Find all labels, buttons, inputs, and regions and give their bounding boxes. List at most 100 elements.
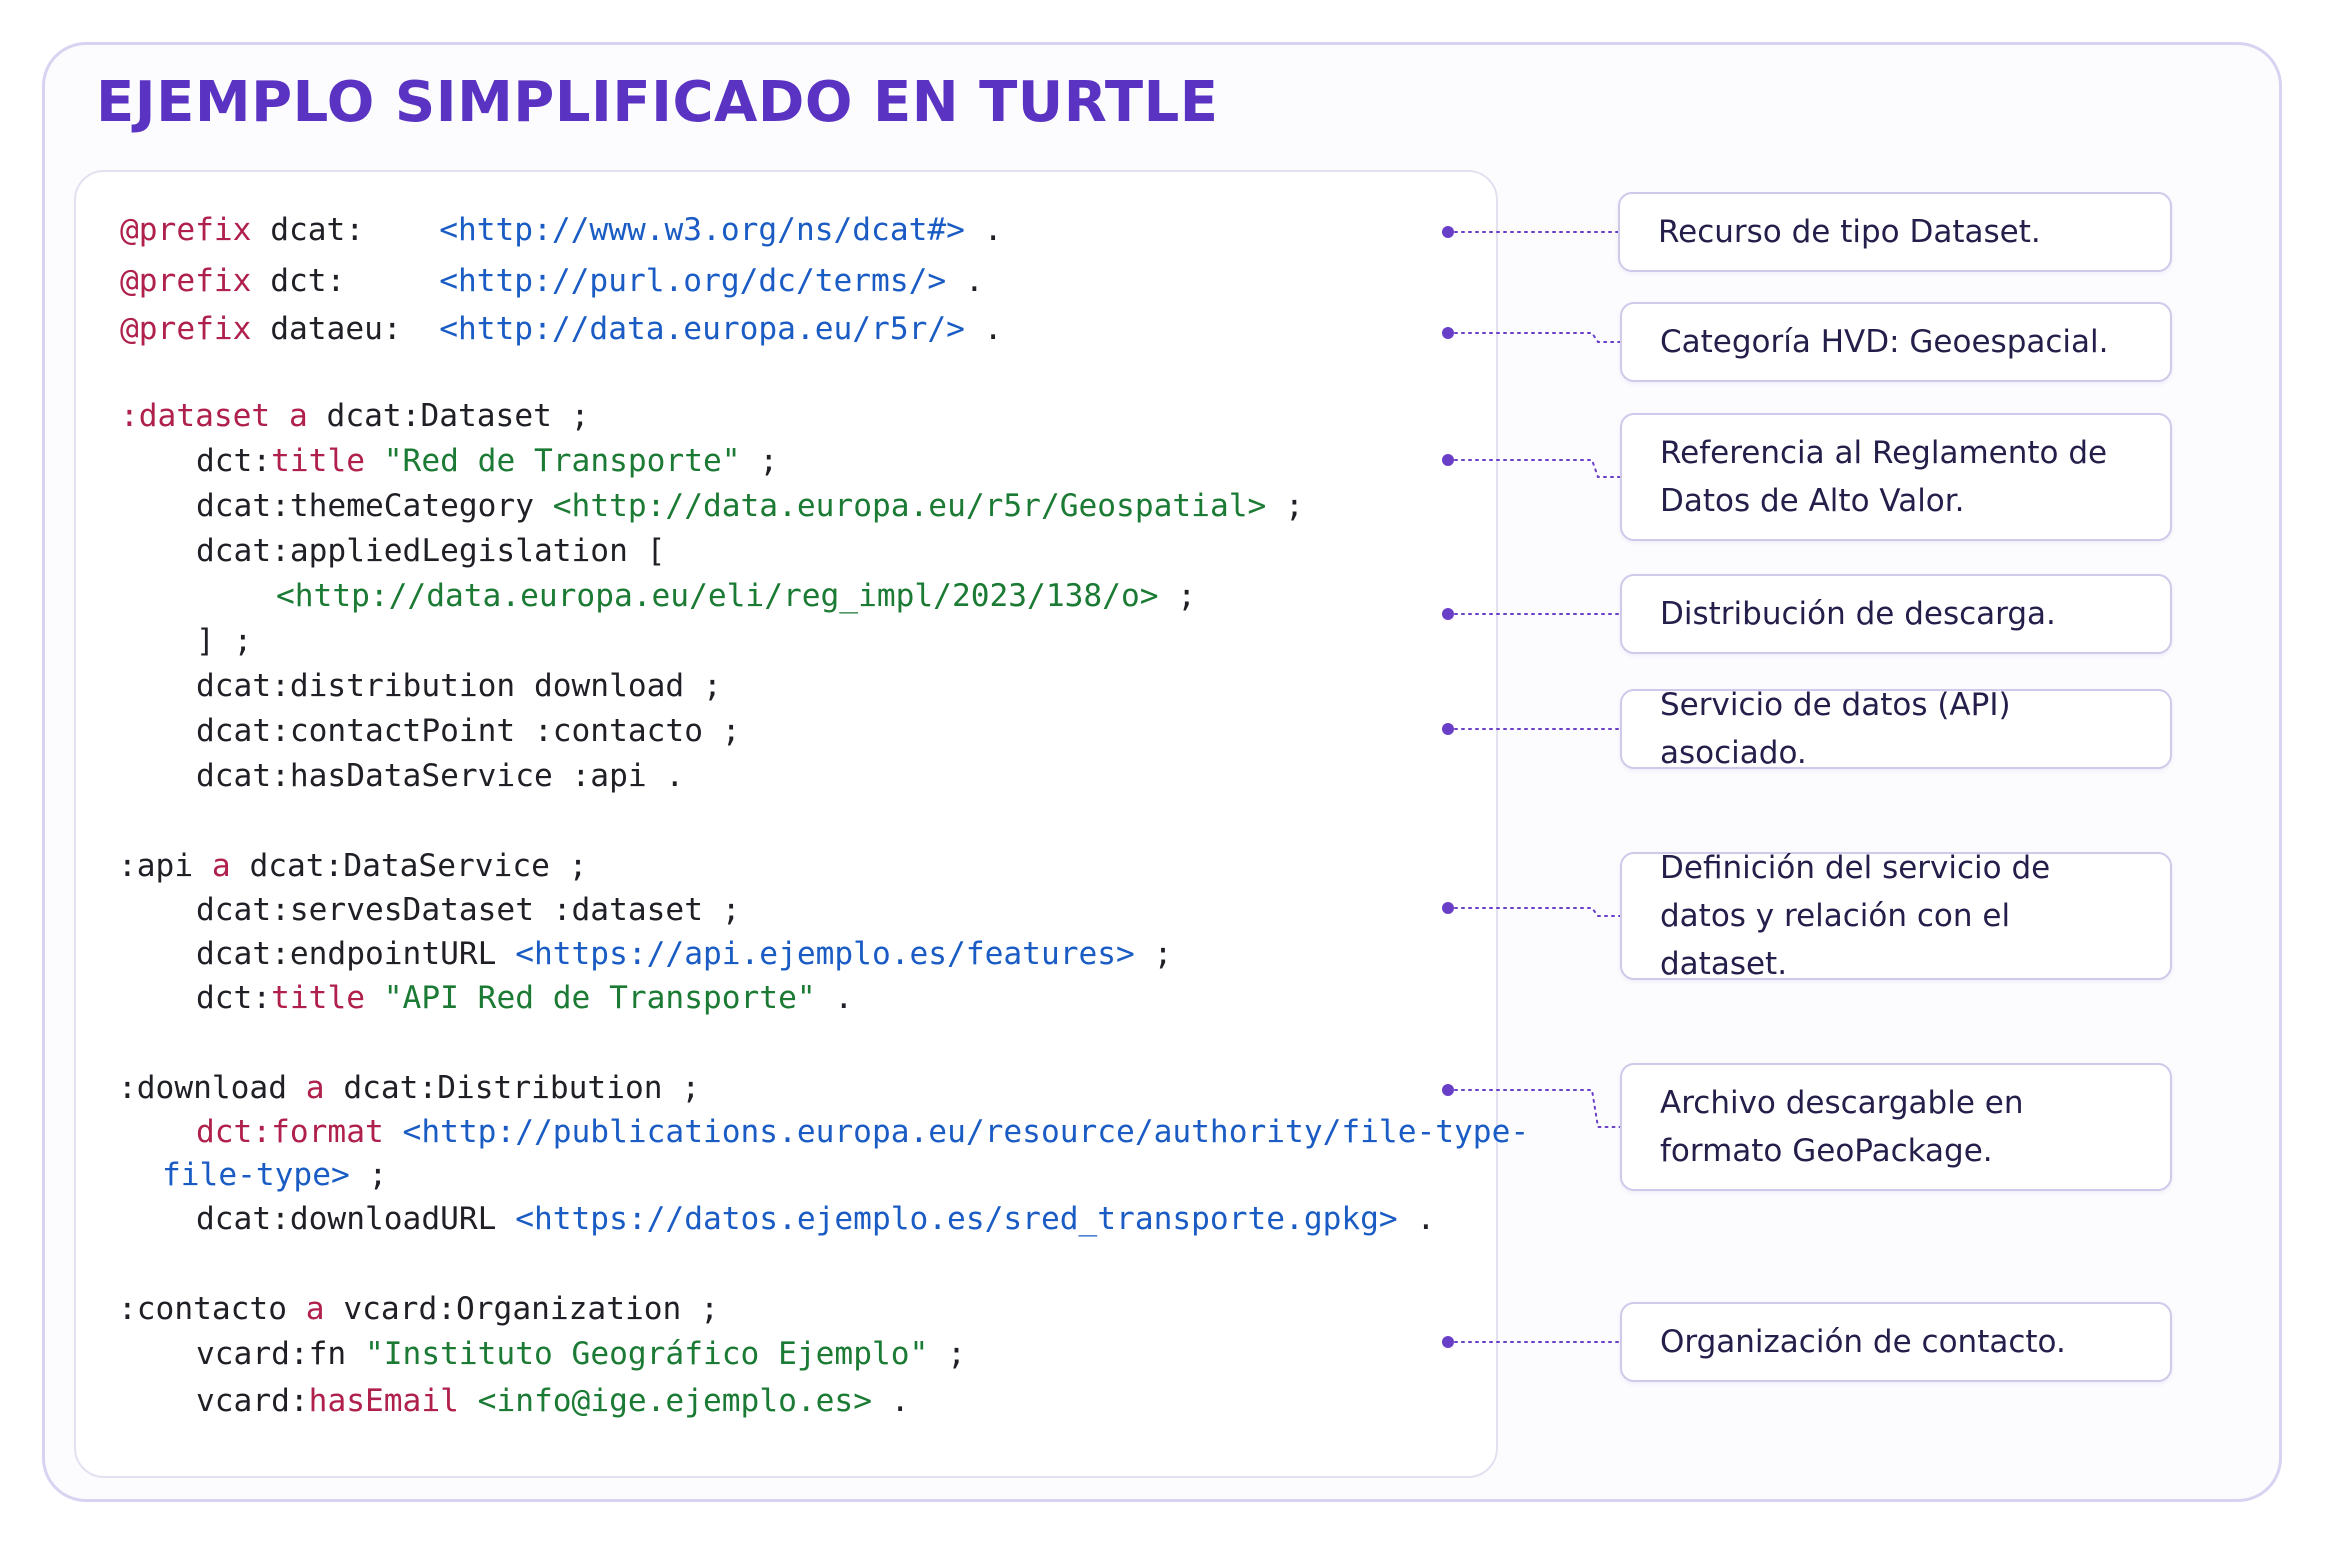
code-token: . — [964, 212, 1003, 248]
code-token: vcard:fn — [196, 1336, 365, 1372]
code-token: dcat:Distribution ; — [324, 1070, 701, 1106]
code-line: dcat:hasDataService :api . — [196, 756, 684, 796]
code-token: a — [270, 398, 308, 434]
code-line: dct:title "API Red de Transporte" . — [196, 978, 853, 1018]
code-token: dcat:downloadURL — [196, 1201, 516, 1237]
code-line: vcard:hasEmail <info@ige.ejemplo.es> . — [196, 1381, 910, 1421]
annotation-text: Archivo descargable en formato GeoPackag… — [1660, 1085, 2024, 1169]
code-token: dct:format — [196, 1114, 384, 1150]
code-token: @prefix — [120, 212, 252, 248]
code-token: <http://data.europa.eu/r5r/> — [439, 311, 965, 347]
code-token: title — [271, 443, 365, 479]
code-token: ; — [928, 1336, 966, 1372]
annotation-box: Servicio de datos (API) asociado. — [1620, 687, 2172, 771]
code-token: <https://datos.ejemplo.es/sred_transport… — [515, 1201, 1398, 1237]
code-line: dct:format <http://publications.europa.e… — [196, 1112, 1529, 1152]
code-token: ] ; — [196, 623, 253, 659]
code-token: dcat:contactPoint :contacto ; — [196, 713, 741, 749]
code-token: vcard: — [196, 1383, 309, 1419]
code-line: dct:title "Red de Transporte" ; — [196, 441, 778, 481]
code-token: "Instituto Geográfico Ejemplo" — [365, 1336, 929, 1372]
code-line: :download a dcat:Distribution ; — [118, 1068, 700, 1108]
annotation-box: Recurso de tipo Dataset. — [1618, 192, 2172, 272]
code-token: dcat:DataService ; — [230, 848, 588, 884]
annotation-box: Referencia al Reglamento de Datos de Alt… — [1620, 413, 2172, 541]
code-token: @prefix — [120, 263, 252, 299]
page-title: EJEMPLO SIMPLIFICADO EN TURTLE — [96, 70, 1219, 135]
code-token: <info@ige.ejemplo.es> — [477, 1383, 872, 1419]
code-token: dct: — [196, 980, 272, 1016]
code-token: hasEmail — [308, 1383, 459, 1419]
code-token: <http://www.w3.org/ns/dcat#> — [439, 212, 965, 248]
code-token: <http://purl.org/dc/terms/> — [439, 263, 947, 299]
code-line: file-type> ; — [162, 1155, 387, 1195]
code-token: a — [287, 1291, 325, 1327]
code-token: @prefix — [120, 311, 252, 347]
code-token: dcat:servesDataset :dataset ; — [196, 892, 741, 928]
code-token: . — [1397, 1201, 1436, 1237]
code-token: . — [815, 980, 854, 1016]
code-line: :api a dcat:DataService ; — [118, 846, 587, 886]
code-line: dcat:distribution download ; — [196, 666, 722, 706]
annotation-text: Referencia al Reglamento de Datos de Alt… — [1660, 435, 2108, 519]
code-line: :dataset a dcat:Dataset ; — [120, 396, 589, 436]
annotation-text: Distribución de descarga. — [1660, 596, 2056, 632]
annotation-text: Definición del servicio de datos y relac… — [1660, 850, 2051, 982]
code-token: :api — [118, 848, 194, 884]
code-token: dcat: — [251, 212, 440, 248]
code-token: <http://publications.europa.eu/resource/… — [402, 1114, 1530, 1150]
annotation-box: Organización de contacto. — [1620, 1302, 2172, 1382]
code-token: dcat:appliedLegislation [ — [196, 533, 666, 569]
code-token: dcat:themeCategory — [196, 488, 553, 524]
code-token: dataeu: — [251, 311, 440, 347]
code-token: <https://api.ejemplo.es/features> — [515, 936, 1135, 972]
code-line: <http://data.europa.eu/eli/reg_impl/2023… — [276, 576, 1196, 616]
code-token: dct: — [196, 443, 272, 479]
annotation-box: Distribución de descarga. — [1620, 574, 2172, 654]
code-token: "API Red de Transporte" — [383, 980, 816, 1016]
code-token: <http://data.europa.eu/eli/reg_impl/2023… — [276, 578, 1159, 614]
code-token: dcat:endpointURL — [196, 936, 516, 972]
code-token: <http://data.europa.eu/r5r/Geospatial> — [552, 488, 1267, 524]
code-line: dcat:downloadURL <https://datos.ejemplo.… — [196, 1199, 1435, 1239]
code-line: dcat:contactPoint :contacto ; — [196, 711, 741, 751]
annotation-text: Recurso de tipo Dataset. — [1658, 214, 2041, 250]
code-token: :dataset — [120, 398, 271, 434]
annotation-text: Categoría HVD: Geoespacial. — [1660, 324, 2109, 360]
code-line: @prefix dataeu: <http://data.europa.eu/r… — [120, 309, 1003, 349]
code-token: file-type> — [162, 1157, 350, 1193]
code-token: dcat:hasDataService :api . — [196, 758, 685, 794]
code-token: :contacto — [118, 1291, 287, 1327]
code-token: title — [271, 980, 365, 1016]
code-token: ; — [1158, 578, 1197, 614]
code-line: @prefix dct: <http://purl.org/dc/terms/>… — [120, 261, 984, 301]
annotation-box: Definición del servicio de datos y relac… — [1620, 850, 2172, 982]
code-token: ; — [349, 1157, 388, 1193]
code-token: dct: — [251, 263, 440, 299]
code-line: dcat:servesDataset :dataset ; — [196, 890, 741, 930]
annotation-text: Servicio de datos (API) asociado. — [1660, 687, 2011, 771]
code-line: :contacto a vcard:Organization ; — [118, 1289, 719, 1329]
turtle-code-panel — [74, 170, 1498, 1478]
annotation-box: Archivo descargable en formato GeoPackag… — [1620, 1063, 2172, 1191]
annotation-box: Categoría HVD: Geoespacial. — [1620, 302, 2172, 382]
code-line: @prefix dcat: <http://www.w3.org/ns/dcat… — [120, 210, 1003, 250]
code-token: ; — [740, 443, 779, 479]
code-token: "Red de Transporte" — [383, 443, 741, 479]
code-token: . — [871, 1383, 910, 1419]
annotation-text: Organización de contacto. — [1660, 1324, 2066, 1360]
code-token: . — [946, 263, 984, 299]
code-token: ; — [1266, 488, 1304, 524]
code-line: dcat:endpointURL <https://api.ejemplo.es… — [196, 934, 1172, 974]
code-line: dcat:themeCategory <http://data.europa.e… — [196, 486, 1304, 526]
code-token: ; — [1134, 936, 1173, 972]
code-token: :download — [118, 1070, 287, 1106]
code-token: . — [964, 311, 1003, 347]
code-token: a — [193, 848, 231, 884]
code-token: a — [287, 1070, 325, 1106]
code-token: vcard:Organization ; — [324, 1291, 719, 1327]
